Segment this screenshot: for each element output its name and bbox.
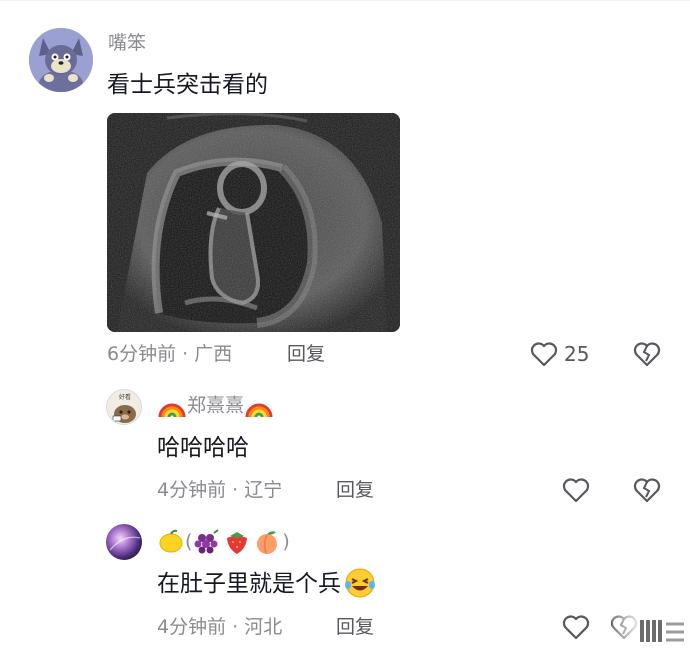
reply-button[interactable]: 回复 (287, 342, 325, 366)
avatar[interactable]: 好看 (106, 389, 142, 425)
rainbow-emoji-icon (245, 403, 273, 418)
reply-time-location: 4分钟前 · 辽宁 (157, 479, 283, 501)
comment-image-ultrasound[interactable] (107, 113, 400, 332)
like-count: 25 (564, 342, 590, 366)
grapes-emoji-icon (194, 529, 220, 554)
username-text[interactable]: ( (185, 531, 192, 553)
reply-button[interactable]: 回复 (336, 615, 374, 639)
reply-text: 哈哈哈哈 (157, 435, 249, 461)
strawberry-emoji-icon (227, 532, 248, 554)
username[interactable]: 嘴笨 (108, 31, 146, 55)
username[interactable]: ( ) (157, 529, 290, 555)
comment-time-location: 6分钟前 · 广西 (107, 343, 233, 365)
heart-outline-icon[interactable] (562, 614, 590, 640)
svg-text:好看: 好看 (119, 393, 131, 401)
reply-text: 在肚子里就是个兵 (157, 568, 377, 599)
username-text[interactable]: 郑熹熹 (187, 395, 244, 417)
avatar[interactable] (29, 28, 93, 92)
avatar[interactable] (106, 524, 142, 560)
watermark-overlay (612, 614, 690, 648)
laughing-emoji-icon (345, 568, 375, 597)
lemon-emoji-icon (159, 529, 183, 553)
broken-heart-icon[interactable] (633, 477, 661, 503)
reply-button[interactable]: 回复 (336, 478, 374, 502)
comment-text: 看士兵突击看的 (107, 72, 268, 98)
broken-heart-icon[interactable] (633, 341, 661, 367)
heart-outline-icon[interactable] (530, 341, 558, 367)
rainbow-emoji-icon (158, 403, 186, 418)
heart-outline-icon[interactable] (562, 477, 590, 503)
reply-time-location: 4分钟前 · 河北 (157, 616, 283, 638)
reply-text-content: 在肚子里就是个兵 (157, 571, 341, 597)
username-close-text[interactable]: ) (282, 531, 289, 553)
peach-emoji-icon (257, 531, 278, 554)
top-divider (0, 0, 690, 1)
username[interactable]: 郑熹熹 (157, 393, 274, 419)
